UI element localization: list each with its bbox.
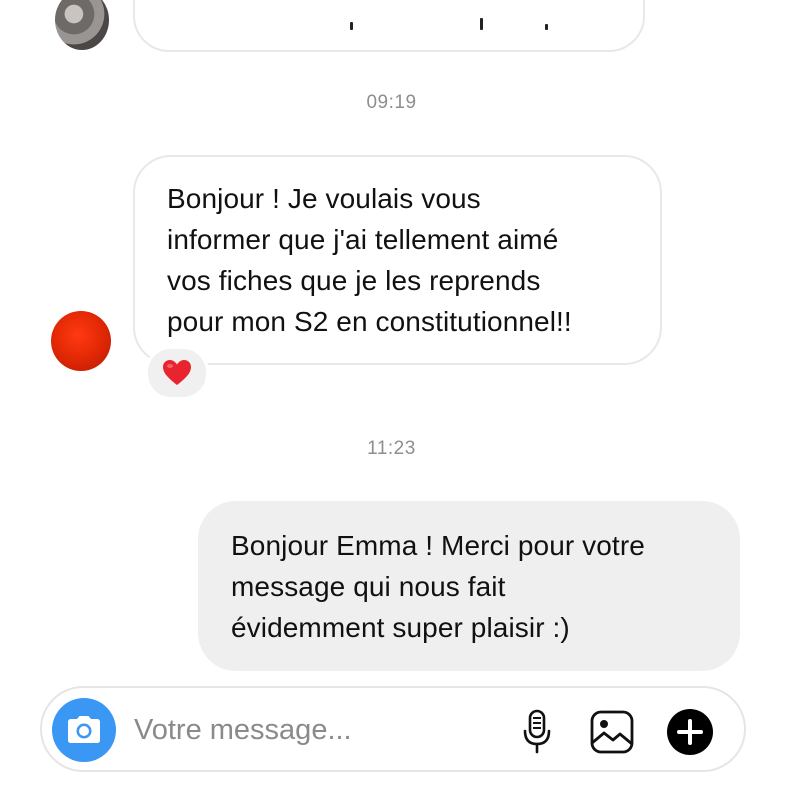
message-input[interactable] bbox=[134, 710, 514, 750]
microphone-icon bbox=[523, 709, 551, 754]
camera-icon bbox=[68, 716, 100, 743]
add-button[interactable] bbox=[666, 708, 714, 756]
message-line: Bonjour Emma ! Merci pour votre bbox=[231, 530, 645, 561]
contact-avatar-previous[interactable] bbox=[55, 0, 109, 50]
plus-icon bbox=[667, 709, 713, 755]
message-line: vos fiches que je les reprends bbox=[167, 265, 541, 296]
message-composer bbox=[40, 686, 746, 772]
timestamp: 11:23 bbox=[367, 438, 416, 459]
message-line: pour mon S2 en constitutionnel!! bbox=[167, 306, 572, 337]
message-line: Bonjour ! Je voulais vous bbox=[167, 183, 481, 214]
gallery-button[interactable] bbox=[588, 708, 636, 756]
received-message-bubble[interactable]: Bonjour ! Je voulais vous informer que j… bbox=[133, 155, 662, 365]
message-line: informer que j'ai tellement aimé bbox=[167, 224, 559, 255]
previous-message-bubble[interactable] bbox=[133, 0, 645, 52]
sent-message-bubble[interactable]: Bonjour Emma ! Merci pour votre message … bbox=[198, 501, 740, 671]
message-line: message qui nous fait bbox=[231, 571, 506, 602]
previous-message-cropped-text bbox=[350, 16, 550, 30]
message-reaction[interactable] bbox=[145, 346, 209, 400]
contact-avatar[interactable] bbox=[51, 311, 111, 371]
heart-icon bbox=[163, 360, 191, 385]
message-line: évidemment super plaisir :) bbox=[231, 612, 570, 643]
camera-button[interactable] bbox=[52, 698, 116, 762]
voice-message-button[interactable] bbox=[513, 708, 561, 756]
gallery-icon bbox=[590, 710, 634, 754]
timestamp: 09:19 bbox=[366, 92, 417, 113]
